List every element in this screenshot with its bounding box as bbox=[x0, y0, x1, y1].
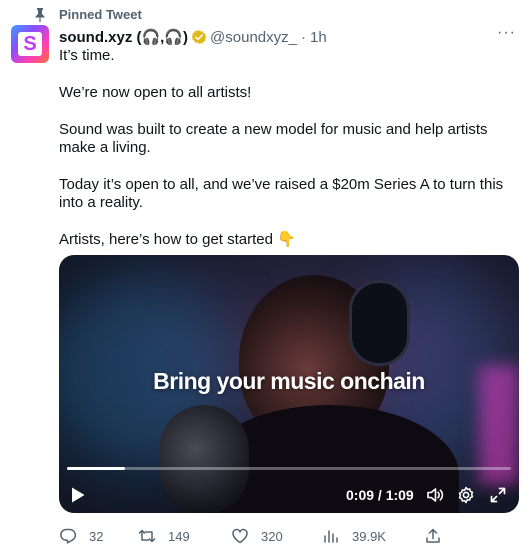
volume-icon[interactable] bbox=[426, 486, 444, 504]
reply-count: 32 bbox=[89, 528, 104, 544]
tweet-text: It’s time. We’re now open to all artists… bbox=[59, 47, 515, 249]
tweet-line-5: Artists, here’s how to get started 👇 bbox=[59, 231, 296, 248]
retweet-count: 149 bbox=[168, 528, 190, 544]
verified-badge-icon[interactable] bbox=[191, 29, 207, 45]
play-icon[interactable] bbox=[71, 487, 85, 503]
reply-icon bbox=[60, 528, 77, 544]
fullscreen-icon[interactable] bbox=[489, 486, 507, 504]
tweet-line-2: We’re now open to all artists! bbox=[59, 84, 252, 101]
video-timecode: 0:09 / 1:09 bbox=[346, 487, 414, 503]
user-handle[interactable]: @soundxyz_ bbox=[210, 29, 297, 46]
share-icon bbox=[426, 528, 440, 543]
view-count: 39.9K bbox=[352, 528, 386, 544]
pinned-indicator: Pinned Tweet bbox=[34, 7, 142, 22]
video-progress-fill bbox=[67, 467, 125, 470]
video-caption: Bring your music onchain bbox=[153, 368, 425, 394]
like-count: 320 bbox=[261, 528, 283, 544]
tweet-actions: 32 149 320 39.9K bbox=[59, 527, 519, 547]
avatar[interactable]: S bbox=[11, 25, 49, 63]
views-button[interactable]: 39.9K bbox=[322, 527, 386, 545]
meta-separator: · bbox=[300, 28, 306, 46]
tweet-line-3: Sound was built to create a new model fo… bbox=[59, 121, 488, 156]
like-button[interactable]: 320 bbox=[231, 527, 283, 545]
pin-icon bbox=[35, 7, 45, 22]
video-player[interactable]: Bring your music onchain 0:09 / 1:09 bbox=[59, 255, 519, 513]
share-button[interactable] bbox=[424, 527, 442, 545]
reply-button[interactable]: 32 bbox=[59, 527, 103, 545]
avatar-logo: S bbox=[18, 32, 42, 56]
heart-icon bbox=[232, 528, 248, 544]
pinned-label: Pinned Tweet bbox=[59, 7, 142, 22]
video-frame-headphones bbox=[349, 280, 410, 366]
retweet-icon bbox=[138, 529, 156, 543]
video-progress-bar[interactable] bbox=[67, 467, 511, 470]
tweet-header: sound.xyz (🎧,🎧) @soundxyz_ · 1h bbox=[59, 28, 327, 47]
tweet-timestamp[interactable]: 1h bbox=[310, 29, 327, 46]
analytics-icon bbox=[324, 530, 338, 543]
tweet-line-4: Today it’s open to all, and we’ve raised… bbox=[59, 176, 504, 211]
more-options-icon[interactable]: ··· bbox=[497, 24, 516, 42]
video-controls: 0:09 / 1:09 bbox=[59, 481, 519, 509]
tweet-line-1: It’s time. bbox=[59, 47, 115, 64]
settings-gear-icon[interactable] bbox=[457, 486, 475, 504]
display-name[interactable]: sound.xyz (🎧,🎧) bbox=[59, 28, 188, 46]
retweet-button[interactable]: 149 bbox=[138, 527, 190, 545]
